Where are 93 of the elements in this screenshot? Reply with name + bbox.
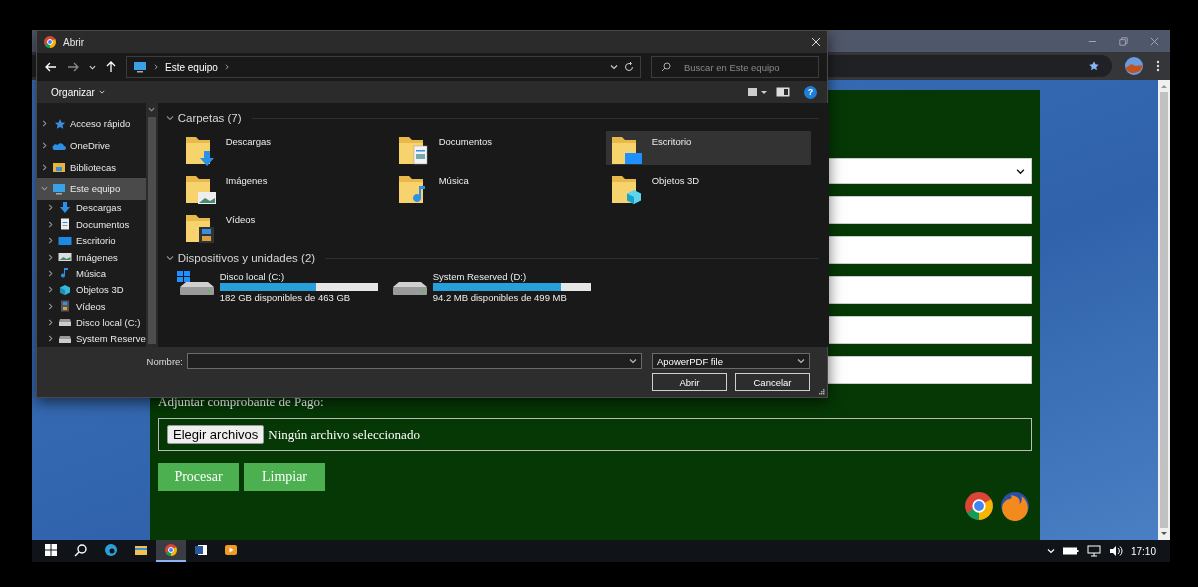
search-field[interactable]: Buscar en Este equipo: [651, 56, 819, 78]
drive-icon: [58, 316, 72, 329]
chevron-icon: [153, 64, 159, 70]
dialog-button[interactable]: Cancelar: [735, 373, 810, 391]
battery-icon[interactable]: [1062, 546, 1079, 556]
more-menu-icon[interactable]: [1156, 60, 1160, 72]
view-options-icon[interactable]: [748, 87, 768, 97]
chevron-icon: [165, 254, 174, 262]
back-arrow-icon[interactable]: [45, 62, 57, 72]
chevron-icon: [223, 64, 230, 70]
group-header[interactable]: Carpetas (7): [165, 109, 819, 127]
monitor-icon: [52, 182, 66, 195]
nav-item[interactable]: Imágenes: [37, 248, 146, 266]
chevron-icon: [165, 114, 174, 122]
media-player-icon[interactable]: [224, 543, 238, 557]
drive-item[interactable]: System Reserved (D:) 94.2 MB disponibles de 499 MB: [388, 271, 602, 303]
folder-item[interactable]: Objetos 3D: [605, 170, 811, 204]
nav-item[interactable]: Vídeos: [37, 297, 146, 315]
desktop-icon: [58, 234, 72, 247]
caret-icon: [98, 89, 105, 95]
nav-item[interactable]: Descargas: [37, 199, 146, 217]
group-header[interactable]: Dispositivos y unidades (2): [165, 249, 819, 267]
nav-item[interactable]: Acceso rápido: [37, 113, 146, 135]
attachment-label: Adjuntar comprobante de Pago:: [158, 394, 325, 410]
folder-item[interactable]: Música: [392, 170, 598, 204]
filename-label: Nombre:: [145, 355, 183, 367]
windows-logo-icon: [176, 271, 190, 282]
folder-item[interactable]: Escritorio: [605, 131, 811, 165]
forward-arrow-icon[interactable]: [67, 62, 79, 72]
help-button[interactable]: ?: [804, 85, 817, 99]
download-icon: [58, 201, 72, 214]
chrome-icon[interactable]: [43, 35, 57, 49]
choose-files-button[interactable]: Elegir archivos: [167, 425, 265, 444]
nav-item[interactable]: OneDrive: [37, 134, 146, 157]
folder-item[interactable]: Vídeos: [179, 209, 385, 243]
refresh-icon[interactable]: [624, 62, 634, 72]
window-title: Abrir: [63, 36, 86, 48]
scroll-down-icon[interactable]: [1161, 532, 1167, 536]
chevron-icon: [629, 357, 637, 365]
hard-drive-icon: [179, 282, 214, 295]
restore-icon[interactable]: [1118, 35, 1129, 47]
chrome-icon[interactable]: [164, 543, 178, 557]
document-app-icon[interactable]: [194, 543, 208, 557]
nav-item[interactable]: System Reserve: [37, 330, 146, 347]
folder-item[interactable]: Imágenes: [179, 170, 385, 204]
film-icon: [58, 300, 72, 313]
cube-icon: [58, 283, 72, 296]
star-icon[interactable]: [1088, 60, 1100, 72]
picture-icon: [58, 251, 72, 263]
document-icon: [58, 218, 72, 231]
fox-logo-icon: [1000, 491, 1030, 521]
preview-pane-icon[interactable]: [776, 87, 790, 97]
dialog-button[interactable]: Abrir: [652, 373, 727, 391]
windows-logo-icon[interactable]: [44, 543, 58, 557]
chevron-icon: [1016, 166, 1025, 176]
search-icon: [661, 62, 671, 72]
caret-icon: [1046, 547, 1055, 555]
nav-item[interactable]: Bibliotecas: [37, 156, 146, 179]
chevron-icon: [797, 357, 805, 365]
dropdown-chevron-icon: [610, 63, 618, 71]
nav-item[interactable]: Documentos: [37, 216, 146, 233]
avatar-icon[interactable]: [1124, 56, 1144, 76]
hard-drive-icon: [392, 282, 427, 295]
resize-grip-icon[interactable]: [819, 389, 825, 395]
scrollbar[interactable]: [145, 103, 158, 347]
monitor-icon: [133, 61, 147, 73]
breadcrumb-item[interactable]: Este equipo: [165, 61, 218, 73]
nav-item[interactable]: Disco local (C:): [37, 314, 146, 331]
scrollbar[interactable]: [1158, 80, 1170, 540]
volume-icon[interactable]: [1108, 545, 1123, 557]
search-icon[interactable]: [74, 543, 88, 557]
filename-field[interactable]: [187, 353, 642, 369]
path-bar[interactable]: Este equipo: [126, 56, 641, 78]
folder-item[interactable]: Descargas: [179, 131, 385, 165]
file-type-select[interactable]: ApowerPDF file: [652, 353, 810, 369]
nav-item[interactable]: Este equipo: [37, 178, 146, 200]
drive-item[interactable]: Disco local (C:) 182 GB disponibles de 463 GB: [175, 271, 389, 303]
edge-icon[interactable]: [104, 543, 118, 557]
library-icon: [52, 161, 66, 174]
nav-item[interactable]: Objetos 3D: [37, 281, 146, 298]
file-status: Ningún archivo seleccionado: [268, 426, 420, 443]
network-icon[interactable]: [1086, 545, 1101, 557]
circle-logo-icon: [964, 491, 994, 521]
nav-item[interactable]: Escritorio: [37, 232, 146, 249]
organize-menu[interactable]: Organizar: [51, 86, 105, 98]
folder-item[interactable]: Documentos: [392, 131, 598, 165]
nav-item[interactable]: Música: [37, 265, 146, 282]
file-input[interactable]: Elegir archivos Ningún archivo seleccionado: [158, 418, 1032, 451]
folder-icon[interactable]: [134, 543, 148, 557]
recent-locations-icon: [89, 63, 96, 71]
close-icon[interactable]: [811, 37, 821, 47]
clock: 17:10: [1130, 545, 1156, 557]
up-arrow-icon[interactable]: [106, 61, 116, 73]
